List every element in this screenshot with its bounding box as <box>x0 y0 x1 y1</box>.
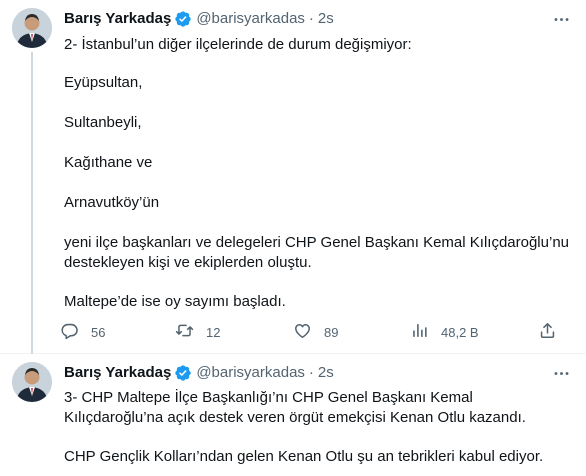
tweet-text-line: Kılıçdaroğlu’na açık destek veren örgüt … <box>64 409 526 426</box>
separator-dot: · <box>308 10 314 27</box>
tweet-text-line: destekleyen kişi ve ekiplerden oluştu. <box>64 254 312 271</box>
avatar[interactable] <box>12 362 52 402</box>
share-button[interactable] <box>538 318 557 346</box>
avatar[interactable] <box>12 8 52 48</box>
share-icon <box>538 321 557 343</box>
tweet-text-line: 2- İstanbul’un diğer ilçelerinde de duru… <box>64 36 412 53</box>
author-name[interactable]: Barış Yarkadaş <box>64 363 171 383</box>
tweet-text-line: Sultanbeyli, <box>64 114 142 131</box>
like-button[interactable]: 89 <box>293 318 338 346</box>
reply-icon <box>60 321 79 343</box>
tweet[interactable]: Barış Yarkadaş @barisyarkadas · 2s 2- İs… <box>0 0 586 354</box>
retweet-icon <box>175 321 194 343</box>
tweet-text-line: Eyüpsultan, <box>64 74 143 91</box>
author-name[interactable]: Barış Yarkadaş <box>64 9 171 29</box>
views-icon <box>410 321 429 343</box>
tweet-text-line: Kağıthane ve <box>64 154 153 171</box>
author-handle[interactable]: @barisyarkadas <box>196 363 305 383</box>
tweet-text-line: Arnavutköy’ün <box>64 194 160 211</box>
retweet-button[interactable]: 12 <box>175 318 220 346</box>
tweet-text-line: yeni ilçe başkanları ve delegeleri CHP G… <box>64 234 569 251</box>
author-handle[interactable]: @barisyarkadas <box>196 9 305 29</box>
reply-button[interactable]: 56 <box>60 318 105 346</box>
reply-count: 56 <box>91 324 106 340</box>
retweet-count: 12 <box>206 324 221 340</box>
thread-connector <box>31 52 33 354</box>
tweet-text-line: CHP Gençlik Kolları’ndan gelen Kenan Otl… <box>64 448 544 465</box>
tweet-actions: 56 12 89 48,2 B <box>60 318 576 346</box>
tweet-header: Barış Yarkadaş @barisyarkadas · 2s <box>64 8 334 30</box>
more-options-icon[interactable] <box>548 6 574 32</box>
verified-badge-icon <box>174 364 192 382</box>
tweet[interactable]: Barış Yarkadaş @barisyarkadas · 2s 3- CH… <box>0 354 586 476</box>
tweet-header: Barış Yarkadaş @barisyarkadas · 2s <box>64 362 334 384</box>
more-options-icon[interactable] <box>548 360 574 386</box>
tweet-timestamp[interactable]: 2s <box>318 363 334 383</box>
tweet-text-line: 3- CHP Maltepe İlçe Başkanlığı’nı CHP Ge… <box>64 389 473 406</box>
views-button[interactable]: 48,2 B <box>410 318 479 346</box>
verified-badge-icon <box>174 10 192 28</box>
like-icon <box>293 321 312 343</box>
views-count: 48,2 B <box>441 324 479 340</box>
tweet-text-line: Maltepe’de ise oy sayımı başladı. <box>64 293 286 310</box>
separator-dot: · <box>308 364 314 381</box>
tweet-timestamp[interactable]: 2s <box>318 9 334 29</box>
like-count: 89 <box>324 324 339 340</box>
